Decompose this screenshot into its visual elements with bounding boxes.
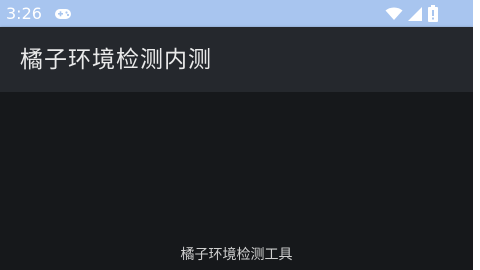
app-screen: 3:26 橘子环境检测内测 橘子环境检测工具 xyxy=(0,0,473,270)
app-bar: 橘子环境检测内测 xyxy=(0,27,473,92)
signal-icon xyxy=(408,6,422,21)
status-bar: 3:26 xyxy=(0,0,473,27)
footer-label: 橘子环境检测工具 xyxy=(180,247,293,263)
app-title: 橘子环境检测内测 xyxy=(20,47,212,73)
status-time: 3:26 xyxy=(6,4,42,23)
battery-icon xyxy=(428,5,438,22)
gamepad-icon xyxy=(55,9,71,19)
main-content: 橘子环境检测工具 xyxy=(0,92,473,270)
status-icons xyxy=(385,5,439,22)
wifi-icon xyxy=(385,7,403,20)
